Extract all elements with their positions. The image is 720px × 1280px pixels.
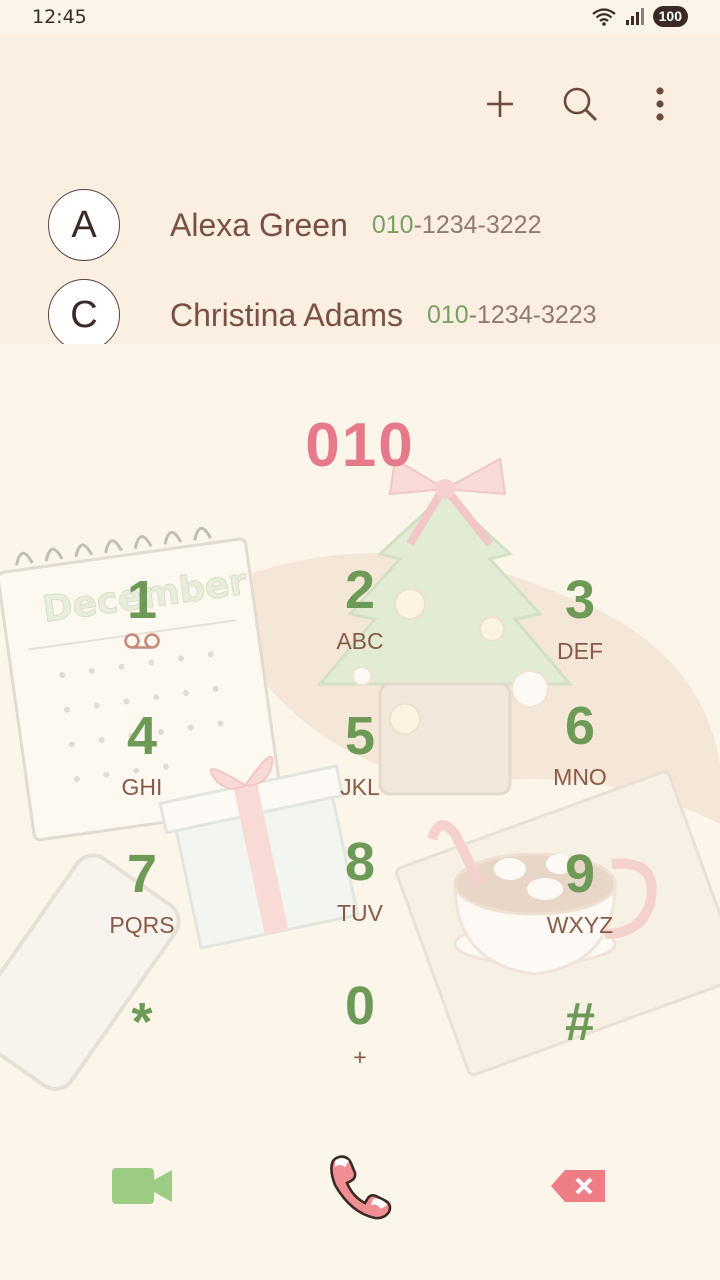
plus-icon	[487, 91, 513, 117]
key-letters: ABC	[336, 628, 384, 654]
key-5[interactable]: 5 JKL	[270, 706, 450, 836]
key-digit: 0	[344, 976, 376, 1036]
contact-name: Alexa Green	[170, 206, 348, 243]
backspace-button[interactable]	[533, 1141, 623, 1231]
signal-icon	[625, 7, 644, 25]
voicemail-icon	[124, 633, 160, 649]
avatar: A	[48, 189, 120, 261]
key-star[interactable]: *	[52, 992, 232, 1122]
key-digit: 6	[564, 696, 596, 756]
key-letters: WXYZ	[546, 912, 614, 938]
status-bar: 12:45 100	[0, 0, 720, 34]
key-digit: 7	[126, 844, 158, 904]
key-2[interactable]: 2 ABC	[270, 560, 450, 690]
key-digit: 8	[344, 832, 376, 892]
contact-name: Christina Adams	[170, 296, 403, 333]
key-6[interactable]: 6 MNO	[490, 696, 670, 826]
phone-icon	[330, 1155, 392, 1220]
key-digit: #	[564, 992, 596, 1052]
more-options-button[interactable]	[640, 82, 680, 126]
key-7[interactable]: 7 PQRS	[52, 844, 232, 974]
key-9[interactable]: 9 WXYZ	[490, 844, 670, 974]
add-contact-button[interactable]	[480, 82, 520, 126]
key-letters: DEF	[557, 638, 603, 664]
key-letters: TUV	[337, 900, 383, 926]
battery-indicator: 100	[652, 6, 688, 27]
number-rest: -1234-3223	[468, 300, 597, 329]
key-8[interactable]: 8 TUV	[270, 832, 450, 962]
video-camera-icon	[112, 1168, 172, 1204]
key-hash[interactable]: #	[490, 992, 670, 1122]
avatar: C	[48, 279, 120, 351]
status-time: 12:45	[32, 6, 87, 28]
key-3[interactable]: 3 DEF	[490, 570, 670, 700]
more-vertical-icon	[656, 87, 664, 121]
dialed-number-display[interactable]: 010	[0, 410, 720, 481]
key-letters: MNO	[553, 764, 607, 790]
search-icon	[563, 87, 597, 121]
number-match: 010	[371, 210, 414, 239]
wifi-icon	[591, 7, 616, 26]
key-1[interactable]: 1	[52, 570, 232, 700]
key-0[interactable]: 0 +	[270, 976, 450, 1106]
call-button[interactable]	[315, 1141, 405, 1231]
status-icons: 100	[591, 6, 688, 27]
contact-suggestion[interactable]: C Christina Adams 010-1234-3223	[48, 278, 597, 352]
key-letters: GHI	[121, 774, 163, 800]
key-letters: JKL	[340, 774, 380, 800]
key-digit: 5	[344, 706, 376, 766]
contact-number: 010-1234-3222	[372, 211, 542, 240]
key-digit: 4	[126, 706, 158, 766]
key-digit: 2	[344, 560, 376, 620]
key-digit: *	[131, 992, 153, 1052]
key-letters: +	[353, 1044, 367, 1070]
key-digit: 1	[126, 570, 158, 630]
search-results-area: A Alexa Green 010-1234-3222 C Christina …	[0, 34, 720, 351]
toolbar	[480, 82, 680, 126]
number-match: 010	[426, 300, 469, 329]
search-button[interactable]	[560, 82, 600, 126]
dialpad-area: December 010 1 2 ABC 3 DEF 4 GHI 5 JKL 6…	[0, 344, 720, 1280]
key-digit: 9	[564, 844, 596, 904]
contact-number: 010-1234-3223	[427, 301, 597, 330]
video-call-button[interactable]	[97, 1141, 187, 1231]
number-rest: -1234-3222	[413, 210, 542, 239]
backspace-icon	[551, 1170, 605, 1202]
key-digit: 3	[564, 570, 596, 630]
key-4[interactable]: 4 GHI	[52, 706, 232, 836]
contact-suggestion[interactable]: A Alexa Green 010-1234-3222	[48, 188, 541, 262]
key-letters: PQRS	[109, 912, 175, 938]
